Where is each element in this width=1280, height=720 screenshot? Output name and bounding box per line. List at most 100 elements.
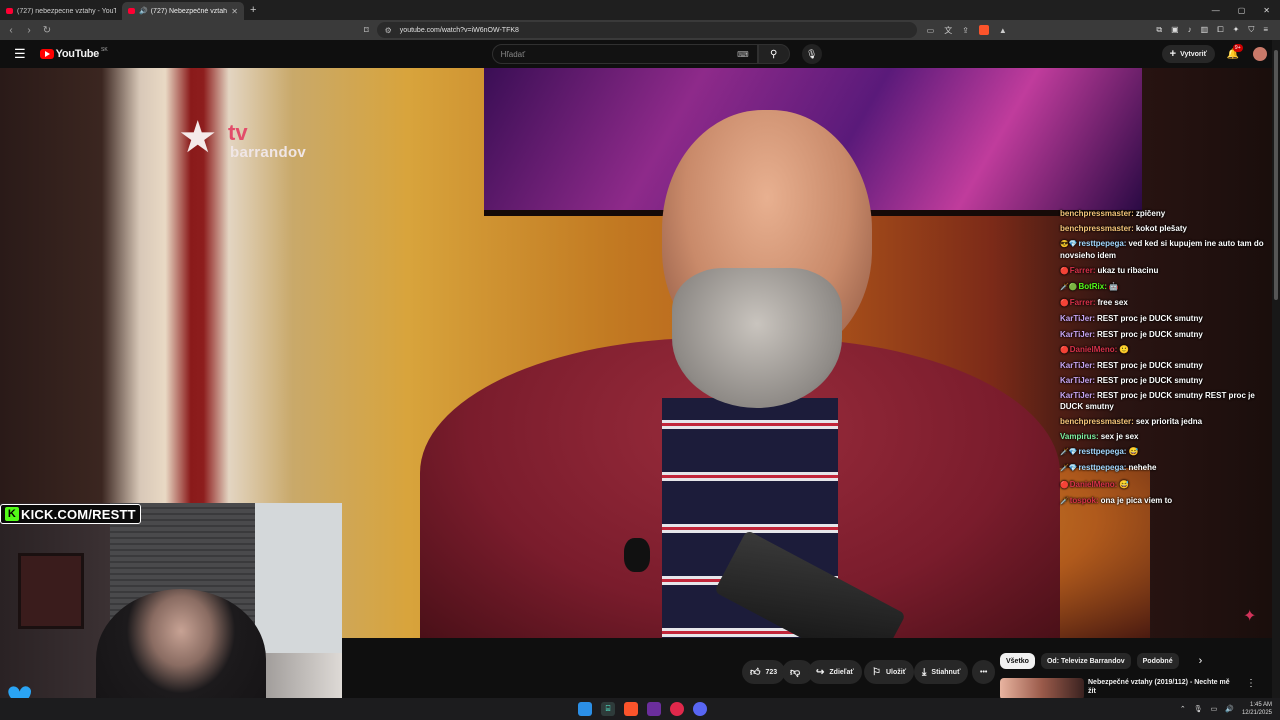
translate-icon[interactable]: 文 bbox=[944, 25, 952, 36]
chat-message: 🔴DanielMeno: 🙂 bbox=[1060, 345, 1270, 356]
chat-message: Vampirus: sex je sex bbox=[1060, 432, 1270, 442]
keyboard-icon[interactable]: ⌨ bbox=[737, 50, 749, 59]
chat-badge-icon: 🗡️ bbox=[1060, 497, 1069, 505]
lapel-microphone bbox=[624, 538, 650, 572]
webcam-overlay: ♥ bbox=[0, 503, 342, 720]
scrollbar-thumb[interactable] bbox=[1274, 50, 1278, 300]
chat-text: kokot plešaty bbox=[1135, 224, 1187, 234]
download-icon: ⤓ bbox=[922, 666, 927, 678]
more-options-icon[interactable]: ⋮ bbox=[1246, 678, 1256, 700]
tab-search-icon[interactable]: ⧠ bbox=[1217, 25, 1223, 35]
maximize-button[interactable]: ▢ bbox=[1238, 6, 1246, 15]
page-scrollbar[interactable] bbox=[1272, 40, 1280, 700]
windows-start-icon[interactable] bbox=[578, 702, 592, 716]
chat-message: 🔴DanielMeno: 😅 bbox=[1060, 480, 1270, 491]
close-window-button[interactable]: ✕ bbox=[1263, 6, 1270, 15]
save-button[interactable]: ⚐ Uložiť bbox=[864, 660, 915, 684]
share-icon: ↪ bbox=[816, 666, 825, 678]
chevron-right-icon[interactable]: › bbox=[1199, 655, 1203, 667]
vpn-icon[interactable]: ⛉ bbox=[1248, 25, 1254, 35]
chat-overlay: benchpressmaster: zpičeny benchpressmaster… bbox=[1060, 209, 1270, 512]
reload-icon[interactable]: ↻ bbox=[40, 25, 54, 36]
forward-icon[interactable]: › bbox=[22, 25, 36, 36]
bookmark-save-icon: ⚐ bbox=[872, 666, 881, 678]
chat-username: KarTiJer: bbox=[1060, 360, 1095, 370]
tab-title: (727) nebezpecne vztahy - YouTube bbox=[17, 7, 116, 15]
chat-text: 🙂 bbox=[1119, 344, 1130, 354]
notifications-button[interactable]: 🔔 9+ bbox=[1227, 43, 1243, 60]
terminal-icon[interactable]: ⌸ bbox=[601, 702, 615, 716]
share-button[interactable]: ↪ Zdieľať bbox=[808, 660, 862, 684]
video-thumbnail[interactable] bbox=[1000, 678, 1084, 700]
volume-icon[interactable]: 🔊 bbox=[1225, 705, 1234, 713]
search-input[interactable]: Hľadať ⌨ bbox=[491, 44, 758, 64]
chat-username: benchpressmaster: bbox=[1060, 224, 1134, 234]
extensions-area: ⧉ ▣ ♪ ▥ ⧠ ✦ ⛉ ≡ bbox=[1156, 25, 1280, 35]
tab-title: (727) Nebezpečné vztahy (20... bbox=[150, 7, 228, 15]
address-bar-actions: ▭ 文 ⇪ ▲ bbox=[927, 25, 1007, 36]
video-actions: 👍︎ 723 👎︎ ↪ Zdieľať ⚐ Uložiť ⤓ Stiahnuť … bbox=[0, 660, 1000, 686]
chat-username: KarTiJer: bbox=[1060, 314, 1095, 324]
network-icon[interactable]: ▭ bbox=[1211, 705, 1218, 713]
more-actions-button[interactable]: ••• bbox=[972, 660, 996, 684]
chat-badge-icon: 🔴 bbox=[1060, 267, 1069, 275]
chip-channel[interactable]: Od: Televize Barrandov bbox=[1040, 653, 1131, 669]
guide-menu-icon[interactable]: ☰ bbox=[14, 46, 26, 62]
chip-all[interactable]: Všetko bbox=[1000, 653, 1035, 669]
bookmark-icon[interactable]: ⌑ bbox=[364, 25, 369, 36]
minimize-button[interactable]: — bbox=[1212, 6, 1220, 15]
back-icon[interactable]: ‹ bbox=[4, 25, 18, 36]
site-settings-icon[interactable]: ⚙ bbox=[385, 26, 392, 35]
brave-shields-icon[interactable] bbox=[978, 25, 989, 35]
chip-related[interactable]: Podobné bbox=[1136, 653, 1179, 669]
chat-message: 🗡️💎resttpepega: 😅 bbox=[1060, 447, 1270, 458]
thumbs-down-icon: 👎︎ bbox=[790, 667, 801, 678]
microphone-icon: 🎙 bbox=[805, 48, 818, 59]
chat-text: ukaz tu ribacinu bbox=[1097, 265, 1159, 275]
kick-logo-icon: K bbox=[5, 507, 19, 521]
window-controls: — ▢ ✕ bbox=[1212, 6, 1280, 15]
download-button[interactable]: ⤓ Stiahnuť bbox=[914, 660, 969, 684]
voice-search-button[interactable]: 🎙 bbox=[801, 44, 822, 64]
youtube-favicon-icon bbox=[6, 8, 13, 14]
extension-icon[interactable]: ⧉ bbox=[1156, 25, 1162, 35]
avatar[interactable] bbox=[1253, 47, 1268, 61]
music-icon[interactable]: ♪ bbox=[1188, 25, 1192, 35]
discord-icon[interactable] bbox=[693, 702, 707, 716]
url-text: youtube.com/watch?v=iW6nOW-TFK8 bbox=[399, 26, 519, 34]
create-button[interactable]: + Vytvoriť bbox=[1161, 45, 1215, 63]
notification-badge: 9+ bbox=[1232, 43, 1243, 52]
new-tab-button[interactable]: + bbox=[250, 4, 256, 16]
menu-icon[interactable]: ≡ bbox=[1263, 25, 1268, 35]
tray-mic-icon[interactable]: 🎙 bbox=[1194, 705, 1203, 713]
like-button[interactable]: 👍︎ 723 bbox=[742, 660, 786, 684]
speaker-icon[interactable]: 🔊 bbox=[139, 7, 148, 15]
brave-rewards-icon[interactable]: ▲ bbox=[999, 26, 1007, 35]
sidebar-icon[interactable]: ▥ bbox=[1201, 25, 1209, 35]
leo-icon[interactable]: ✦ bbox=[1233, 25, 1240, 35]
chat-username: DanielMeno: bbox=[1069, 344, 1118, 354]
share-page-icon[interactable]: ⇪ bbox=[962, 26, 969, 35]
cast-icon[interactable]: ▭ bbox=[927, 26, 935, 35]
chat-text: sex je sex bbox=[1100, 432, 1139, 442]
chat-username: BotRix: bbox=[1078, 282, 1107, 292]
browser-tab-1[interactable]: (727) nebezpecne vztahy - YouTube bbox=[0, 2, 122, 20]
chat-username: resttpepega: bbox=[1078, 447, 1127, 457]
wallet-icon[interactable]: ▣ bbox=[1171, 25, 1179, 35]
recommended-title[interactable]: Nebezpečné vztahy (2019/112) - Nechte mě… bbox=[1088, 678, 1238, 700]
chat-badge-icon: 🔴 bbox=[1060, 300, 1069, 308]
youtube-logo[interactable]: YouTube SK bbox=[39, 47, 108, 60]
chat-message: KarTiJer: REST proc je DUCK smutny bbox=[1060, 330, 1270, 340]
browser-tab-2[interactable]: 🔊 (727) Nebezpečné vztahy (20... ✕ bbox=[122, 2, 244, 20]
app-icon[interactable] bbox=[670, 702, 684, 716]
search-button[interactable]: ⚲ bbox=[757, 44, 790, 64]
chat-username: KarTiJer: bbox=[1060, 391, 1095, 401]
close-tab-icon[interactable]: ✕ bbox=[231, 7, 238, 16]
brave-browser-icon[interactable] bbox=[624, 702, 638, 716]
twitch-icon[interactable] bbox=[647, 702, 661, 716]
recommended-video[interactable]: Nebezpečné vztahy (2019/112) - Nechte mě… bbox=[1000, 678, 1262, 700]
address-bar[interactable]: ⚙ youtube.com/watch?v=iW6nOW-TFK8 bbox=[376, 22, 917, 38]
clock[interactable]: 1:45 AM 12/21/2025 bbox=[1242, 701, 1272, 717]
more-icon: ••• bbox=[980, 668, 988, 676]
tray-expand-icon[interactable]: ⌃ bbox=[1180, 705, 1186, 713]
